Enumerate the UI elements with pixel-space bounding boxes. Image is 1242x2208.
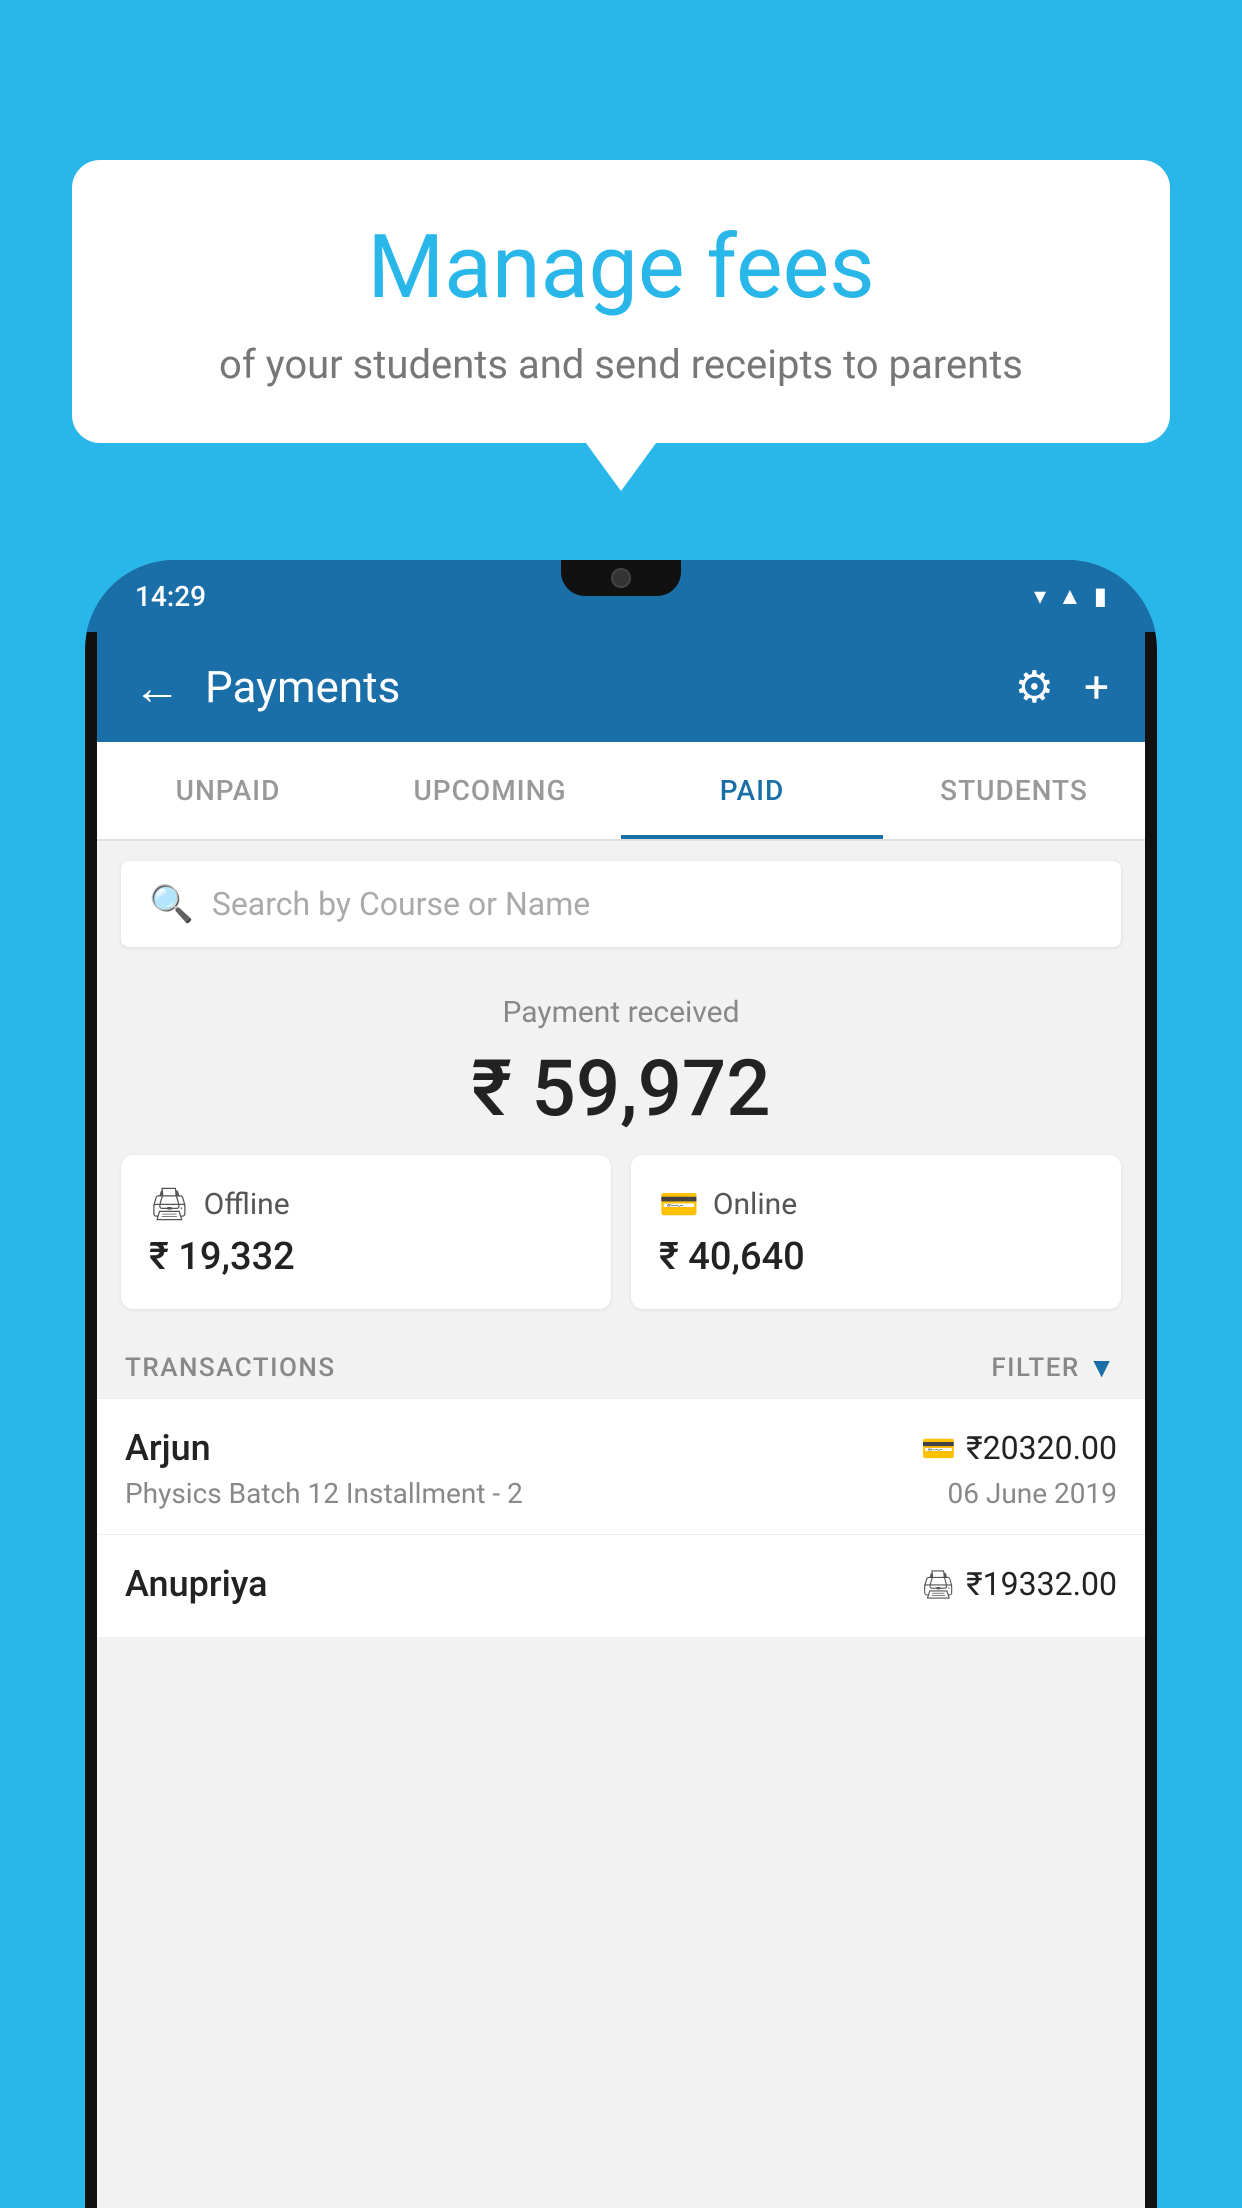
transactions-label: TRANSACTIONS: [125, 1353, 336, 1383]
tab-paid[interactable]: PAID: [621, 742, 883, 839]
filter-text: FILTER: [991, 1353, 1079, 1383]
battery-icon: ▮: [1094, 582, 1107, 610]
speech-bubble: Manage fees of your students and send re…: [72, 160, 1170, 443]
offline-payment-card: 🖨 Offline ₹ 19,332: [121, 1155, 611, 1309]
online-amount: ₹ 40,640: [659, 1235, 1093, 1279]
filter-button[interactable]: FILTER ▼: [991, 1351, 1117, 1384]
tab-students[interactable]: STUDENTS: [883, 742, 1145, 839]
search-icon: 🔍: [149, 883, 194, 925]
payment-received-label: Payment received: [97, 995, 1145, 1030]
signal-icon: ▲: [1058, 582, 1082, 611]
tab-upcoming[interactable]: UPCOMING: [359, 742, 621, 839]
status-icons: ▾ ▲ ▮: [1034, 582, 1107, 611]
search-bar[interactable]: 🔍 Search by Course or Name: [121, 861, 1121, 947]
offline-payment-icon: 🖨: [149, 1185, 190, 1223]
payment-received-section: Payment received ₹ 59,972: [97, 967, 1145, 1155]
search-placeholder: Search by Course or Name: [212, 885, 590, 923]
transaction-row-bottom: Physics Batch 12 Installment - 2 06 June…: [125, 1477, 1117, 1510]
transaction-amount: 🖨 ₹19332.00: [921, 1565, 1117, 1603]
transaction-name: Anupriya: [125, 1563, 268, 1605]
settings-icon[interactable]: ⚙: [1015, 661, 1054, 713]
phone-frame: 14:29 ▾ ▲ ▮ ← Payments ⚙ + UNPAID UPCOMI…: [85, 560, 1157, 2208]
transaction-amount-value: ₹20320.00: [966, 1429, 1117, 1467]
transactions-header: TRANSACTIONS FILTER ▼: [97, 1333, 1145, 1398]
page-title: Payments: [205, 661, 1015, 713]
camera: [611, 568, 631, 588]
add-icon[interactable]: +: [1084, 661, 1109, 713]
back-button[interactable]: ←: [133, 659, 181, 716]
offline-card-header: 🖨 Offline: [149, 1185, 583, 1223]
filter-icon: ▼: [1088, 1351, 1117, 1384]
offline-label: Offline: [204, 1187, 290, 1222]
header-actions: ⚙ +: [1015, 661, 1109, 713]
offline-icon: 🖨: [921, 1568, 957, 1601]
transaction-name: Arjun: [125, 1427, 211, 1469]
transaction-row-top: Arjun 💳 ₹20320.00: [125, 1427, 1117, 1469]
wifi-icon: ▾: [1034, 582, 1046, 610]
online-label: Online: [713, 1187, 797, 1222]
online-payment-card: 💳 Online ₹ 40,640: [631, 1155, 1121, 1309]
speech-bubble-title: Manage fees: [132, 220, 1110, 317]
payment-cards-row: 🖨 Offline ₹ 19,332 💳 Online ₹ 40,640: [97, 1155, 1145, 1333]
app-header: ← Payments ⚙ +: [97, 632, 1145, 742]
transaction-amount-value: ₹19332.00: [966, 1565, 1117, 1603]
transaction-row-top: Anupriya 🖨 ₹19332.00: [125, 1563, 1117, 1605]
online-icon: 💳: [921, 1432, 956, 1465]
offline-amount: ₹ 19,332: [149, 1235, 583, 1279]
transaction-amount: 💳 ₹20320.00: [921, 1429, 1117, 1467]
transaction-course: Physics Batch 12 Installment - 2: [125, 1477, 523, 1510]
payment-received-amount: ₹ 59,972: [97, 1044, 1145, 1135]
online-payment-icon: 💳: [659, 1185, 699, 1223]
online-card-header: 💳 Online: [659, 1185, 1093, 1223]
transaction-date: 06 June 2019: [947, 1477, 1117, 1510]
app-screen: ← Payments ⚙ + UNPAID UPCOMING PAID STUD…: [97, 632, 1145, 2208]
transaction-item[interactable]: Anupriya 🖨 ₹19332.00: [97, 1534, 1145, 1637]
status-time: 14:29: [135, 580, 206, 613]
speech-bubble-subtitle: of your students and send receipts to pa…: [132, 341, 1110, 388]
notch: [561, 560, 681, 596]
tab-unpaid[interactable]: UNPAID: [97, 742, 359, 839]
transaction-item[interactable]: Arjun 💳 ₹20320.00 Physics Batch 12 Insta…: [97, 1398, 1145, 1534]
tabs-bar: UNPAID UPCOMING PAID STUDENTS: [97, 742, 1145, 841]
